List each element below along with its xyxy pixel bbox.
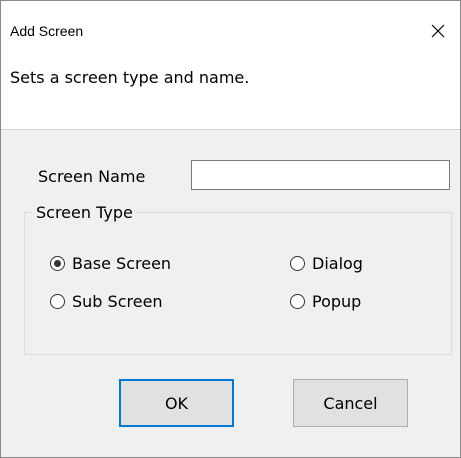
ok-button-label: OK: [164, 393, 189, 413]
screen-name-label: Screen Name: [38, 167, 146, 186]
close-button[interactable]: [416, 13, 460, 49]
cancel-button-label: Cancel: [323, 393, 378, 413]
radio-sub-screen-label: Sub Screen: [72, 292, 163, 311]
radio-selected-icon: [50, 256, 65, 271]
radio-dialog-label: Dialog: [312, 254, 363, 273]
screen-name-input[interactable]: [191, 160, 450, 190]
screen-type-label: Screen Type: [32, 203, 137, 222]
radio-popup-label: Popup: [312, 292, 362, 311]
radio-unselected-icon: [290, 256, 305, 271]
radio-base-screen[interactable]: Base Screen: [50, 254, 171, 273]
radio-dialog[interactable]: Dialog: [290, 254, 363, 273]
radio-sub-screen[interactable]: Sub Screen: [50, 292, 163, 311]
radio-popup[interactable]: Popup: [290, 292, 361, 311]
close-icon: [431, 24, 445, 38]
dialog-description: Sets a screen type and name.: [10, 68, 250, 87]
radio-base-screen-label: Base Screen: [72, 254, 172, 273]
screen-type-group: [24, 212, 452, 355]
description-panel: Sets a screen type and name.: [1, 61, 460, 130]
cancel-button[interactable]: Cancel: [293, 379, 408, 427]
add-screen-dialog: Add Screen Sets a screen type and name. …: [0, 0, 461, 458]
radio-unselected-icon: [50, 294, 65, 309]
window-title: Add Screen: [10, 23, 84, 39]
ok-button[interactable]: OK: [119, 379, 234, 427]
radio-unselected-icon: [290, 294, 305, 309]
title-bar: Add Screen: [1, 1, 460, 61]
